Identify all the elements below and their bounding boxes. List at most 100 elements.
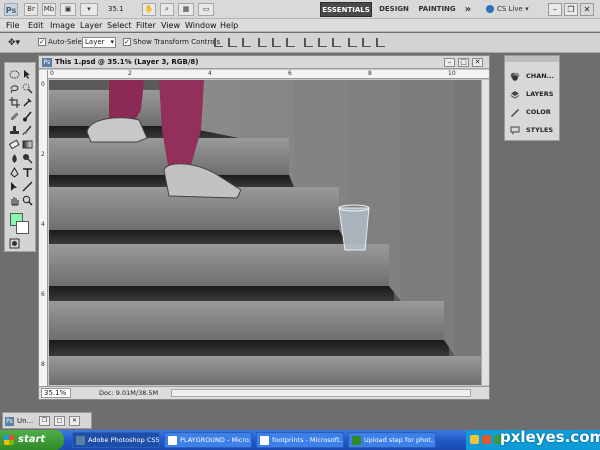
menu-select[interactable]: Select [107,20,132,31]
menu-edit[interactable]: Edit [28,20,44,31]
zoom-level-readout[interactable]: 35.1 [108,3,138,16]
screen-mode-button[interactable]: ▭ [198,3,214,16]
channels-icon [510,72,520,81]
launch-minibridge-button[interactable]: Mb [42,3,56,16]
image-canvas[interactable] [49,80,481,385]
zoom-tool-button[interactable]: ⌕ [160,3,174,16]
minimized-restore-button[interactable]: ❐ [39,416,50,426]
view-extras-button[interactable]: ▣ [60,3,76,16]
panel-channels-button[interactable]: CHAN... [508,68,558,85]
panel-strip-header[interactable] [505,56,559,62]
auto-select-target-dropdown[interactable]: Layer ▾ [82,37,116,48]
document-maximize-button[interactable]: □ [458,58,469,67]
taskbar-item-playground[interactable]: PLAYGROUND - Micro... [164,432,252,448]
workspace-painting-button[interactable]: PAINTING [417,2,457,17]
start-label: start [18,434,46,445]
panel-layers-label: LAYERS [526,90,554,98]
zoom-tool-icon[interactable] [22,195,33,206]
document-size-info[interactable]: Doc: 9.01M/38.5M [99,388,158,398]
line-shape-tool-icon[interactable] [22,181,33,192]
security-icon[interactable] [482,435,491,444]
menu-view[interactable]: View [161,20,180,31]
dodge-tool-icon[interactable] [22,153,33,164]
notification-icon[interactable] [470,435,479,444]
align-horizontal-centers-icon[interactable] [272,38,281,47]
taskbar-item-footprints[interactable]: footprints - Microsoft... [256,432,344,448]
taskbar-item-upload-step[interactable]: Upload step for phot... [348,432,436,448]
menu-image[interactable]: Image [50,20,75,31]
lasso-tool-icon[interactable] [9,83,20,94]
history-brush-tool-icon[interactable] [22,125,33,136]
gradient-tool-icon[interactable] [22,139,33,150]
horizontal-scrollbar[interactable] [171,389,471,397]
align-top-edges-icon[interactable] [214,38,223,47]
ruler-left-label: 2 [41,151,45,158]
panel-layers-button[interactable]: LAYERS [508,86,558,103]
more-workspaces-button[interactable]: » [461,2,475,17]
restore-button[interactable]: ❐ [564,3,578,16]
move-tool-preset-icon[interactable]: ✥▾ [8,37,26,49]
cs-live-button[interactable]: CS Live ▾ [486,2,538,17]
minimized-document[interactable]: Ps Un... ❐ □ ✕ [2,412,92,429]
panel-channels-label: CHAN... [526,72,555,80]
start-button[interactable]: start [0,430,64,450]
eraser-tool-icon[interactable] [9,139,20,150]
layers-icon [510,90,520,99]
distribute-bottom-icon[interactable] [332,38,341,47]
show-transform-checkbox[interactable]: ✓ [123,38,131,46]
document-title-bar[interactable]: Ps This 1.psd @ 35.1% (Layer 3, RGB/8) –… [39,56,489,69]
path-selection-tool-icon[interactable] [9,181,20,192]
eyedropper-tool-icon[interactable] [22,97,33,108]
browser-window-icon [260,436,269,445]
zoom-level-dropdown-icon[interactable]: ▾ [80,3,98,16]
taskbar-item-photoshop[interactable]: Adobe Photoshop CS5 [72,432,160,448]
menu-window[interactable]: Window [185,20,217,31]
menu-file[interactable]: File [6,20,19,31]
brush-tool-icon[interactable] [22,111,33,122]
close-button[interactable]: ✕ [580,3,594,16]
document-status-bar: 35.1% Doc: 9.01M/38.5M [39,386,489,399]
crop-tool-icon[interactable] [9,97,20,108]
quick-selection-tool-icon[interactable] [22,83,33,94]
workspace-design-button[interactable]: DESIGN [376,2,412,17]
move-tool-icon[interactable] [22,69,33,80]
horizontal-ruler[interactable]: 0 2 4 6 8 10 [48,70,489,79]
distribute-horizontal-icon[interactable] [362,38,371,47]
clone-stamp-tool-icon[interactable] [9,125,20,136]
menu-layer[interactable]: Layer [80,20,102,31]
menu-help[interactable]: Help [220,20,238,31]
menu-filter[interactable]: Filter [136,20,156,31]
pxleyes-watermark: pxleyes.com [500,428,600,446]
background-color-swatch[interactable] [16,221,29,234]
healing-brush-tool-icon[interactable] [9,111,20,122]
type-tool-icon[interactable] [22,167,33,178]
minimize-button[interactable]: – [548,3,562,16]
blur-tool-icon[interactable] [9,153,20,164]
distribute-right-icon[interactable] [376,38,385,47]
align-right-edges-icon[interactable] [286,38,295,47]
document-close-button[interactable]: ✕ [472,58,483,67]
minimized-maximize-button[interactable]: □ [54,416,65,426]
panel-styles-button[interactable]: STYLES [508,122,558,139]
vertical-scrollbar[interactable] [481,80,489,385]
launch-bridge-button[interactable]: Br [24,3,38,16]
align-vertical-centers-icon[interactable] [228,38,237,47]
panel-color-button[interactable]: COLOR [508,104,558,121]
zoom-percentage-field[interactable]: 35.1% [41,388,71,398]
align-bottom-edges-icon[interactable] [242,38,251,47]
quick-mask-icon[interactable] [9,238,20,249]
distribute-left-icon[interactable] [348,38,357,47]
document-minimize-button[interactable]: – [444,58,455,67]
vertical-ruler[interactable]: 0 2 4 6 8 [39,70,48,388]
workspace-essentials-button[interactable]: ESSENTIALS [320,2,372,17]
minimized-close-button[interactable]: ✕ [69,416,80,426]
auto-select-checkbox[interactable]: ✓ [38,38,46,46]
hand-tool-button[interactable]: ✋ [142,3,156,16]
align-left-edges-icon[interactable] [258,38,267,47]
distribute-centers-icon[interactable] [318,38,327,47]
marquee-tool-icon[interactable] [9,69,20,80]
arrange-documents-button[interactable]: ▦ [178,3,194,16]
distribute-top-icon[interactable] [304,38,313,47]
pen-tool-icon[interactable] [9,167,20,178]
hand-tool-icon[interactable] [9,195,20,206]
